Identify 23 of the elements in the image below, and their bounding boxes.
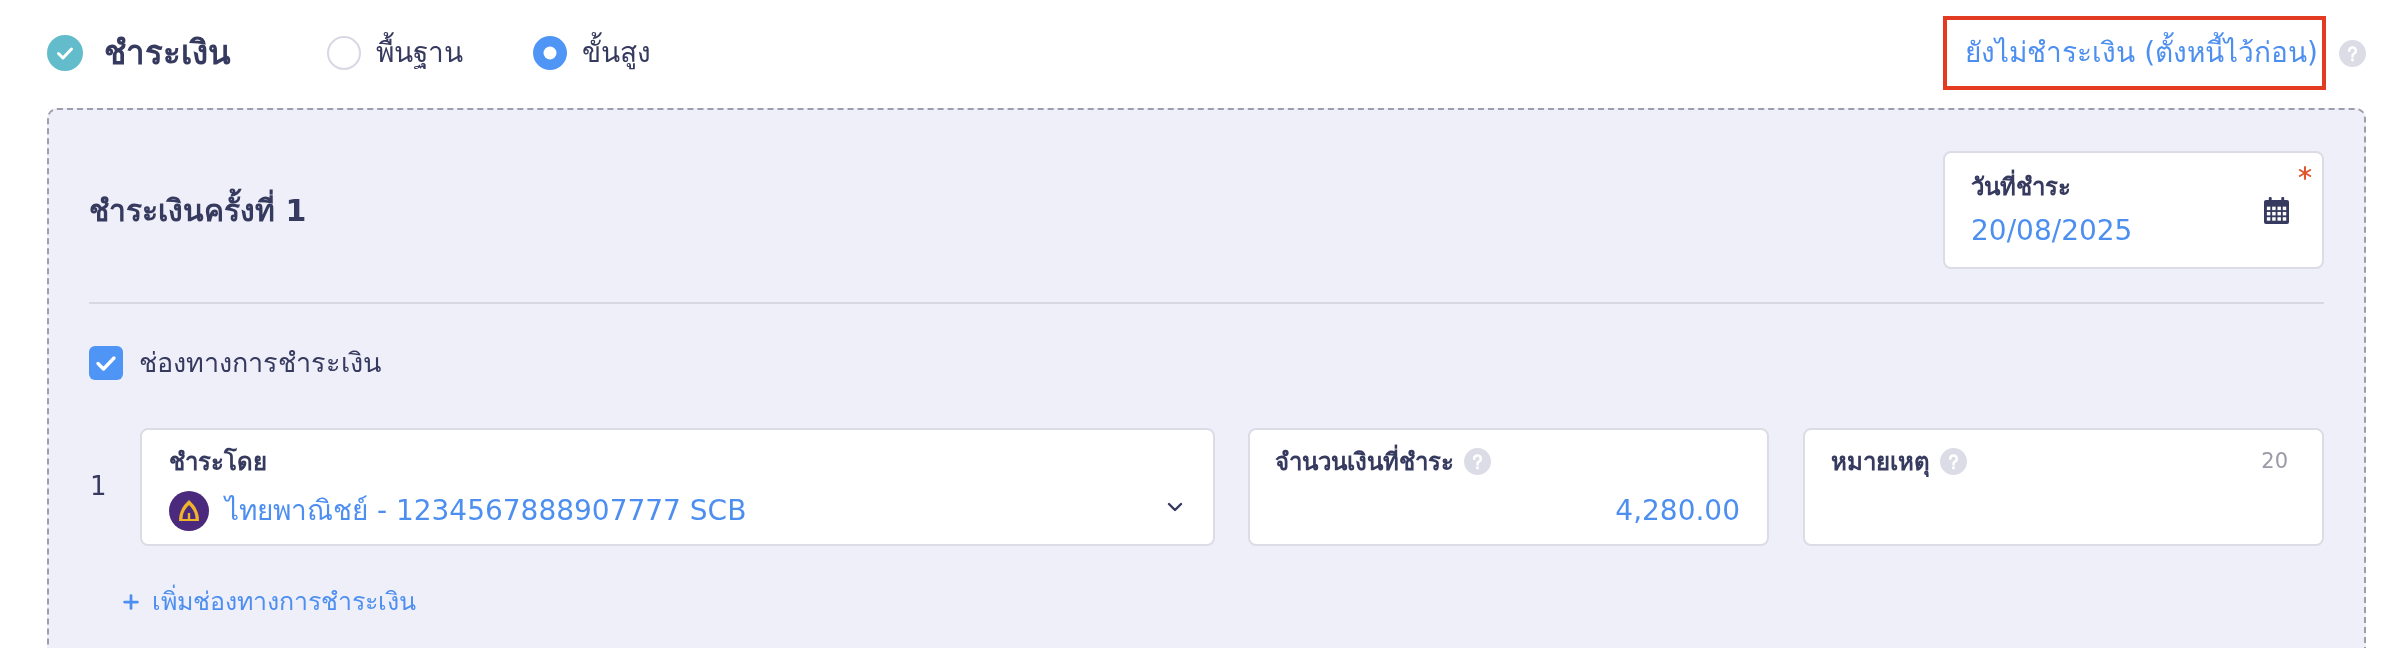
select-value: ไทยพาณิชย์ - 1234567888907777 SCB xyxy=(225,492,747,529)
help-icon[interactable] xyxy=(1464,448,1491,475)
calendar-icon[interactable] xyxy=(2264,196,2289,224)
note-field[interactable]: หมายเหตุ 20 xyxy=(1803,427,2324,546)
field-label: วันที่ชำระ xyxy=(1971,170,2264,204)
row-number: 1 xyxy=(89,471,107,501)
date-value: 20/08/2025 xyxy=(1971,213,2134,249)
payment-channels-checkbox[interactable]: ช่องทางการชำระเงิน xyxy=(89,343,381,384)
mode-radio[interactable]: ขั้นสูง xyxy=(533,32,651,74)
field-label: ชำระโดย xyxy=(169,446,267,478)
field-label: หมายเหตุ xyxy=(1831,446,1930,479)
payment-method-select[interactable]: ชำระโดย ไทยพาณิชย์ - 1234567888907777 SCB xyxy=(140,427,1215,546)
help-icon[interactable] xyxy=(1940,448,1967,475)
mode-radio[interactable]: พื้นฐาน xyxy=(327,32,463,74)
bank-logo-icon xyxy=(169,490,209,531)
amount-value: 4,280.00 xyxy=(1615,492,1740,529)
help-icon[interactable] xyxy=(2339,39,2366,67)
installment-title: ชำระเงินครั้งที่ 1 xyxy=(89,187,307,233)
character-counter: 20 xyxy=(2261,447,2288,475)
section-title: ชำระเงิน xyxy=(104,32,231,75)
amount-field[interactable]: จำนวนเงินที่ชำระ 4,280.00 xyxy=(1248,427,1769,546)
field-label: จำนวนเงินที่ชำระ xyxy=(1275,443,1454,480)
date-field[interactable]: วันที่ชำระ 20/08/2025 xyxy=(1943,151,2324,269)
